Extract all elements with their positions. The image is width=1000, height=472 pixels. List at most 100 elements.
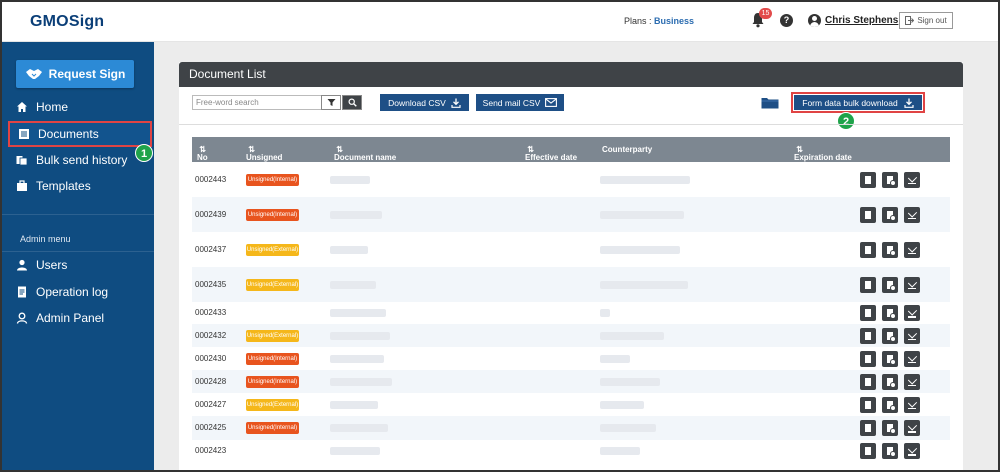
download-icon[interactable] [904,420,920,436]
app-window: GMOSign Plans : Business 15 ? Chris Step… [0,0,1000,472]
download-icon[interactable] [904,350,920,367]
preview-icon[interactable] [882,327,898,344]
preview-icon[interactable] [882,443,898,459]
col-expiration-date[interactable]: Expiration date ⇅ [794,145,852,162]
download-csv-button[interactable]: Download CSV [380,94,469,111]
download-icon[interactable] [904,171,920,188]
search-button[interactable] [342,95,362,110]
counterparty-redacted [600,245,680,254]
preview-icon[interactable] [882,241,898,258]
download-icon[interactable] [904,373,920,390]
sidebar-item-label: Operation log [36,285,109,299]
table-row[interactable]: 0002430 Unsigned(Internal) [192,347,950,370]
view-document-icon[interactable] [860,241,876,258]
sidebar-item-templates[interactable]: Templates [8,174,152,198]
document-number: 0002443 [195,174,227,184]
download-icon[interactable] [904,443,920,459]
sidebar-item-home[interactable]: Home [8,95,152,119]
sidebar-item-operation-log[interactable]: Operation log [8,280,152,304]
counterparty-redacted [600,210,684,219]
view-document-icon[interactable] [860,171,876,188]
view-document-icon[interactable] [860,206,876,223]
col-effective-date[interactable]: Effective date ⇅ [525,145,577,162]
status-badge: Unsigned(Internal) [246,208,299,221]
download-icon[interactable] [904,396,920,413]
counterparty-redacted [600,309,610,317]
table-row[interactable]: 0002423 [192,440,950,462]
document-name-redacted[interactable] [330,354,384,363]
sidebar-divider [2,251,154,252]
sidebar-item-admin-panel[interactable]: Admin Panel [8,306,152,330]
document-name-redacted[interactable] [330,175,370,184]
download-icon[interactable] [904,276,920,293]
gmosign-logo[interactable]: GMOSign [30,13,104,31]
download-icon[interactable] [904,305,920,321]
document-name-redacted[interactable] [330,210,382,219]
user-menu[interactable]: Chris Stephens [808,14,898,27]
signout-button[interactable]: Sign out [899,12,953,29]
view-document-icon[interactable] [860,373,876,390]
table-row[interactable]: 0002427 Unsigned(External) [192,393,950,416]
view-document-icon[interactable] [860,327,876,344]
filter-button[interactable] [321,95,341,110]
table-row[interactable]: 0002435 Unsigned(External) [192,267,950,302]
preview-icon[interactable] [882,305,898,321]
folder-button[interactable] [761,96,779,109]
sidebar-item-users[interactable]: Users [8,253,152,277]
col-unsigned[interactable]: Unsigned ⇅ [246,145,282,162]
table-row[interactable]: 0002425 Unsigned(Internal) [192,416,950,440]
counterparty-redacted [600,354,630,363]
table-row[interactable]: 0002433 [192,302,950,324]
preview-icon[interactable] [882,396,898,413]
view-document-icon[interactable] [860,420,876,436]
request-sign-button[interactable]: Request Sign [16,60,134,88]
view-document-icon[interactable] [860,305,876,321]
row-actions [860,241,920,258]
preview-icon[interactable] [882,171,898,188]
preview-icon[interactable] [882,373,898,390]
view-document-icon[interactable] [860,350,876,367]
document-name-redacted[interactable] [330,447,380,455]
download-icon[interactable] [904,327,920,344]
row-actions [860,420,920,436]
bulk-download-label: Form data bulk download [802,97,898,108]
user-name[interactable]: Chris Stephens [825,15,898,26]
search-input[interactable]: Free-word search [192,95,322,110]
download-icon [451,98,461,108]
sidebar-item-label: Documents [38,127,99,141]
download-icon[interactable] [904,241,920,258]
preview-icon[interactable] [882,276,898,293]
document-name-redacted[interactable] [330,400,378,409]
table-row[interactable]: 0002428 Unsigned(Internal) [192,370,950,393]
counterparty-redacted [600,400,644,409]
document-number: 0002437 [195,244,227,254]
document-name-redacted[interactable] [330,280,376,289]
preview-icon[interactable] [882,350,898,367]
preview-icon[interactable] [882,206,898,223]
view-document-icon[interactable] [860,396,876,413]
document-name-redacted[interactable] [330,245,368,254]
table-row[interactable]: 0002439 Unsigned(Internal) [192,197,950,232]
send-mail-csv-button[interactable]: Send mail CSV [476,94,564,111]
table-row[interactable]: 0002443 Unsigned(Internal) [192,162,950,197]
table-row[interactable]: 0002437 Unsigned(External) [192,232,950,267]
sidebar: Request Sign Home Documents 1 Bulk send … [2,42,154,470]
document-number: 0002432 [195,330,227,340]
document-name-redacted[interactable] [330,424,388,432]
document-name-redacted[interactable] [330,377,392,386]
sidebar-item-bulk-send-history[interactable]: Bulk send history [8,148,152,172]
sidebar-item-documents[interactable]: Documents [8,121,152,147]
view-document-icon[interactable] [860,276,876,293]
help-icon[interactable]: ? [780,14,793,27]
download-icon[interactable] [904,206,920,223]
view-document-icon[interactable] [860,443,876,459]
table-row[interactable]: 0002432 Unsigned(External) [192,324,950,347]
col-document-name[interactable]: Document name ⇅ [334,145,396,162]
notification-button[interactable]: 15 [751,8,772,30]
col-no[interactable]: No ⇅ [197,145,208,162]
row-actions [860,443,920,459]
document-name-redacted[interactable] [330,331,390,340]
preview-icon[interactable] [882,420,898,436]
document-name-redacted[interactable] [330,309,386,317]
form-data-bulk-download-button[interactable]: Form data bulk download [794,95,922,110]
